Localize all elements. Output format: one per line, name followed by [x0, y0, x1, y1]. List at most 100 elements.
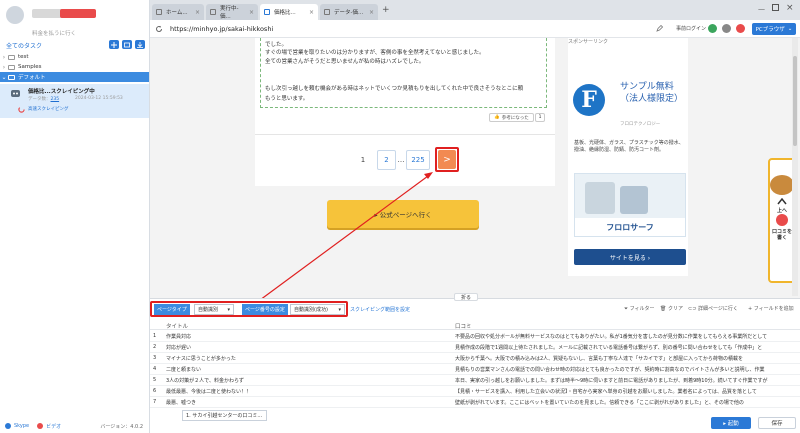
helpful-button[interactable]: 👍 参考になった	[489, 113, 534, 122]
table-row[interactable]: 1 作業員対応 不要品の回収や処分ボールが無料サービスなのはとてもありがたい。私が1…	[150, 331, 800, 342]
data-table-tab[interactable]: 1. サカイ引越センターの口コミ...	[182, 410, 267, 421]
tab-compare[interactable]: 価格比... ×	[260, 4, 318, 20]
clear-button[interactable]: 🗑 クリア	[660, 305, 683, 312]
task-data-label: データ数：	[28, 97, 51, 102]
avatar[interactable]	[6, 6, 24, 24]
chevron-down-icon: ▾	[227, 306, 230, 313]
sidebar-footer: Skype ビデオ バージョン：4.0.2	[0, 419, 149, 433]
new-task-button[interactable]	[109, 40, 119, 49]
folder-icon	[8, 54, 15, 60]
close-icon[interactable]: ×	[369, 9, 374, 16]
table-row[interactable]: 7 最悪、嘘つき 壁紙が剥がれています。ここにはベットを置いていたのを見ました。信頼…	[150, 397, 800, 408]
maximize-icon[interactable]	[772, 4, 779, 11]
url-input[interactable]: https://minhyo.jp/sakai-hikkoshi	[170, 25, 273, 33]
pre-login-button[interactable]: 事前ログイン	[676, 25, 706, 32]
page-icon	[156, 9, 162, 15]
task-data-count: データ数：235	[28, 96, 59, 102]
row-number: 6	[153, 388, 157, 394]
tree-item-test[interactable]: › test	[0, 52, 149, 62]
column-header-review[interactable]: 口コミ	[455, 322, 472, 330]
tab-label: 実行中-価...	[219, 6, 239, 20]
sidebar-header: 料金を払うに行く	[0, 0, 150, 38]
page-type-select[interactable]: 自動識別 ▾	[194, 304, 234, 315]
chevron-down-icon: ⌄	[1, 73, 7, 81]
page-number-select[interactable]: 自動識別(成功) ▾	[290, 304, 345, 315]
pc-browser-select[interactable]: PCブラウザ ⌄	[752, 23, 796, 35]
scrollbar-thumb[interactable]	[793, 56, 797, 146]
cell-review: 大阪から千葉へ。大阪での積み込みは2人、質疑もないし、言葉も丁寧な人達で「サカイ…	[455, 356, 743, 362]
ad-company: フロロテクノロジー	[620, 122, 661, 127]
row-number: 2	[153, 344, 157, 350]
browser-tab-bar: ホーム... × 実行中-価... × 価格比... × データ-価... × + — …	[150, 0, 800, 20]
mascot-icon	[770, 175, 794, 195]
table-row[interactable]: 2 対応が遅い 見積作成の段階で1週間以上待たされました。メールに記載されている電話…	[150, 342, 800, 353]
plan-badge[interactable]	[60, 9, 96, 18]
detail-page-button[interactable]: ⊂⊃ 詳細ページに行く	[688, 305, 738, 312]
tab-label: 価格比...	[274, 10, 296, 16]
tab-home[interactable]: ホーム... ×	[152, 4, 204, 20]
tree-item-label: デフォルト	[18, 75, 46, 81]
table-row[interactable]: 3 マイナスに思うことが多かった 大阪から千葉へ。大阪での積み込みは2人、質疑もない…	[150, 353, 800, 364]
annotation-arrow	[259, 172, 433, 301]
pen-icon[interactable]	[776, 214, 788, 226]
cell-title: 対応が遅い	[166, 345, 192, 351]
row-number: 1	[153, 333, 157, 339]
ad-title[interactable]: サンプル無料（法人様限定）	[620, 81, 686, 105]
close-icon[interactable]: ×	[249, 9, 254, 16]
folder-icon	[8, 64, 15, 70]
page-icon	[264, 9, 270, 15]
close-window-icon[interactable]: ×	[786, 3, 794, 13]
start-button[interactable]: ▸ 起動	[711, 417, 751, 429]
cell-review: 見積もりの営業マンさんの電話での問い合わせ時の対応はとても良かったのですが、契約…	[455, 367, 765, 373]
ad-logo[interactable]: F	[573, 84, 605, 116]
task-title: 価格比...スクレイピング中	[28, 89, 95, 95]
scrape-range-link[interactable]: スクレイピング範囲を設定	[350, 306, 410, 313]
filter-button[interactable]: ⏷ フィルター	[624, 305, 655, 312]
cell-title: 二度と頼まない	[166, 367, 202, 373]
close-icon[interactable]: ×	[309, 9, 314, 16]
add-field-button[interactable]: + フィールドを追加	[748, 305, 794, 312]
table-row[interactable]: 5 3人の対策が２人で、料金かわらず 本日、実家の引っ越しをお願いしました。まずは時…	[150, 375, 800, 386]
minimize-icon[interactable]: —	[758, 5, 765, 13]
page-type-label: ページタイプ	[154, 304, 190, 315]
reload-icon[interactable]	[155, 25, 163, 33]
filter-icon: ⏷	[624, 306, 629, 312]
settings-icon[interactable]	[722, 24, 731, 33]
edit-icon[interactable]	[656, 25, 663, 32]
control-panel: 折る ページタイプ 自動識別 ▾ ページ番号の設定 自動識別(成功) ▾ スクレイピ…	[150, 293, 800, 433]
fold-button[interactable]: 折る	[454, 293, 478, 301]
write-review-button[interactable]: 口コミを書く	[771, 229, 793, 241]
ad-banner-image[interactable]: フロロサーフ	[574, 173, 686, 237]
ad-visit-button[interactable]: サイトを見る ›	[574, 249, 686, 265]
upgrade-link[interactable]: 料金を払うに行く	[32, 29, 76, 37]
tree-item-label: Samples	[18, 64, 42, 70]
tree-item-default[interactable]: ⌄ デフォルト	[0, 72, 149, 82]
page-icon	[210, 9, 216, 15]
new-tab-button[interactable]: +	[382, 5, 390, 15]
row-number: 4	[153, 366, 157, 372]
arrow-up-icon[interactable]	[777, 198, 787, 205]
status-icon[interactable]	[708, 24, 717, 33]
cell-title: マイナスに思うことが多かった	[166, 356, 236, 362]
video-link[interactable]: ビデオ	[46, 423, 61, 430]
stop-icon[interactable]	[736, 24, 745, 33]
tree-item-samples[interactable]: › Samples	[0, 62, 149, 72]
tab-running[interactable]: 実行中-価... ×	[206, 4, 258, 20]
cell-review: 見積作成の段階で1週間以上待たされました。メールに記載されている電話番号は繋がら…	[455, 345, 763, 351]
table-row[interactable]: 6 最低最悪、今後は二度と使わない！！ 【見積・サービスを講入、利用した立会いの状況…	[150, 386, 800, 397]
skype-link[interactable]: Skype	[14, 423, 29, 429]
close-icon[interactable]: ×	[195, 9, 200, 16]
table-row[interactable]: 4 二度と頼まない 見積もりの営業マンさんの電話での問い合わせ時の対応はとても良かっ…	[150, 364, 800, 375]
save-button[interactable]: 保存	[758, 417, 796, 429]
scroll-top-button[interactable]: 上へ	[772, 207, 792, 214]
tab-data[interactable]: データ-価... ×	[320, 4, 378, 20]
tree-item-label: test	[18, 54, 29, 60]
table-header: タイトル 口コミ	[150, 320, 800, 330]
tab-label: データ-価...	[334, 10, 364, 16]
column-header-title[interactable]: タイトル	[166, 322, 188, 330]
new-folder-button[interactable]	[122, 40, 132, 49]
skype-icon	[5, 423, 11, 429]
import-button[interactable]	[135, 40, 145, 49]
all-tasks-title[interactable]: 全てのタスク	[6, 41, 42, 50]
tab-label: ホーム...	[166, 10, 188, 16]
